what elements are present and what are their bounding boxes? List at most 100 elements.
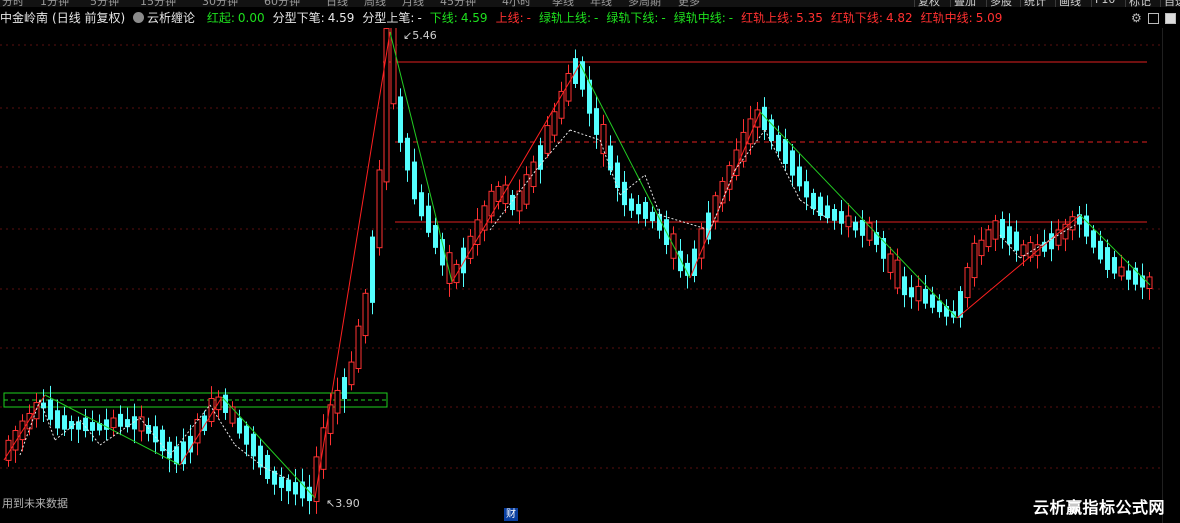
period-tab[interactable]: 30分钟 [202, 0, 238, 7]
candle-up [376, 169, 383, 249]
candle-up [523, 174, 530, 205]
period-tab[interactable]: 年线 [590, 0, 612, 7]
candle-down [174, 446, 179, 465]
stock-name[interactable]: 中金岭南 [0, 11, 48, 25]
period-tab[interactable]: 日线 [326, 0, 348, 7]
indicator-values: 红起: 0.00 分型下笔: 4.59 分型上笔: - 下线: 4.59 上线: - 绿轨上线: - 绿… [207, 11, 1011, 25]
toolbar-button[interactable]: 复权 [914, 0, 943, 7]
candle-down [426, 205, 431, 233]
bi-stroke [221, 396, 316, 499]
indicator-value: 红轨中线: 5.09 [921, 11, 1007, 25]
candle-down [1091, 230, 1096, 248]
indicator-value: 红轨下线: 4.82 [831, 11, 917, 25]
toolbar-button[interactable]: 多股 [986, 0, 1015, 7]
indicator-value-label: 分型上笔: [362, 11, 415, 25]
finance-button[interactable]: 财 [504, 508, 518, 521]
indicator-info-bar: 中金岭南 (日线 前复权) 云析缠论 红起: 0.00 分型下笔: 4.59 分型上笔: -… [0, 9, 1014, 27]
toolbar-button[interactable]: 叠加 [950, 0, 979, 7]
kline-chart[interactable] [0, 28, 1160, 523]
candle-down [370, 236, 375, 303]
candle-down [160, 429, 165, 452]
candle-down [776, 134, 781, 152]
candle-down [405, 137, 410, 171]
indicator-value-number: 4.82 [885, 11, 913, 25]
period-toolbar: 分时 1分钟 5分钟 15分钟 30分钟 60分钟 日线 周线 月线 45分钟 4小时 季线 年线 多周期… [0, 0, 1180, 7]
indicator-value: 下线: 4.59 [430, 11, 492, 25]
indicator-value-label: 绿轨中线: [673, 11, 726, 25]
period-tab[interactable]: 周线 [364, 0, 386, 7]
candle-up [362, 292, 369, 337]
candle-down [251, 433, 256, 457]
candle-down [237, 417, 242, 434]
indicator-value-label: 红轨中线: [920, 11, 973, 25]
period-tab[interactable]: 多周期 [628, 0, 661, 7]
candle-down [132, 416, 137, 430]
bi-stroke [579, 63, 691, 279]
period-tab[interactable]: 季线 [552, 0, 574, 7]
eye-icon[interactable] [133, 12, 145, 23]
candle-down [279, 476, 284, 488]
period-tab[interactable]: 1分钟 [40, 0, 69, 7]
bi-stroke [3, 394, 46, 461]
bi-stroke [314, 31, 391, 499]
candle-up [229, 406, 236, 424]
candle-down [797, 166, 802, 187]
indicator-value: 分型下笔: 4.59 [273, 11, 359, 25]
indicator-title: 云析缠论 [147, 11, 196, 25]
period-tab[interactable]: 4小时 [502, 0, 531, 7]
period-tab[interactable]: 60分钟 [264, 0, 300, 7]
period-label: (日线 前复权) [52, 11, 126, 25]
candle-up [530, 161, 537, 188]
close-icon[interactable] [1165, 13, 1176, 24]
indicator-value-number: 5.09 [975, 11, 1003, 25]
bi-stroke [759, 111, 958, 319]
toolbar-button[interactable]: 标记 [1125, 0, 1154, 7]
candle-down [825, 205, 830, 219]
watermark: 云析赢指标公式网 [1033, 498, 1166, 517]
bi-stroke [44, 394, 181, 466]
candle-down [902, 276, 907, 296]
period-tab[interactable]: 月线 [402, 0, 424, 7]
period-tab[interactable]: 更多 [678, 0, 700, 7]
period-tab[interactable]: 5分钟 [90, 0, 119, 7]
indicator-value-number: - [594, 11, 599, 25]
indicator-value-label: 绿轨下线: [606, 11, 659, 25]
candle-up [964, 267, 971, 299]
candle-down [510, 194, 515, 211]
indicator-value-label: 红轨上线: [741, 11, 794, 25]
candle-down [1112, 257, 1117, 274]
candle-up [1020, 244, 1027, 257]
period-tab[interactable]: 45分钟 [440, 0, 476, 7]
candle-down [811, 192, 816, 210]
toolbar-button[interactable]: 统计 [1020, 0, 1049, 7]
indicator-name[interactable]: 云析缠论 [133, 11, 199, 25]
indicator-value: 绿轨中线: - [674, 11, 737, 25]
candle-up [1055, 229, 1062, 246]
candle-down [265, 454, 270, 480]
candle-up [845, 215, 852, 228]
candle-up [915, 285, 922, 302]
candle-down [853, 221, 858, 231]
candle-up [992, 220, 999, 240]
low-price-value: 3.90 [335, 497, 360, 510]
candle-up [978, 239, 985, 257]
candle-down [293, 482, 298, 495]
toolbar-button[interactable]: 画线 [1055, 0, 1084, 7]
candle-up [334, 389, 341, 414]
low-price-label: ↖3.90 [326, 497, 360, 510]
candle-down [1014, 231, 1019, 251]
gear-icon[interactable]: ⚙ [1131, 11, 1142, 25]
period-tab[interactable]: 15分钟 [140, 0, 176, 7]
indicator-value: 红起: 0.00 [207, 11, 269, 25]
candle-down [62, 415, 67, 430]
candle-down [1049, 233, 1054, 250]
candle-up [866, 222, 873, 241]
toolbar-button[interactable]: F10 [1091, 0, 1118, 7]
toolbar-button[interactable]: 自选 [1160, 0, 1180, 7]
period-tab[interactable]: 分时 [2, 0, 24, 7]
high-price-label: ↙5.46 [403, 29, 437, 42]
candle-down [832, 209, 837, 221]
window-icon[interactable] [1148, 13, 1159, 24]
candle-down [244, 425, 249, 445]
candle-down [783, 138, 788, 164]
